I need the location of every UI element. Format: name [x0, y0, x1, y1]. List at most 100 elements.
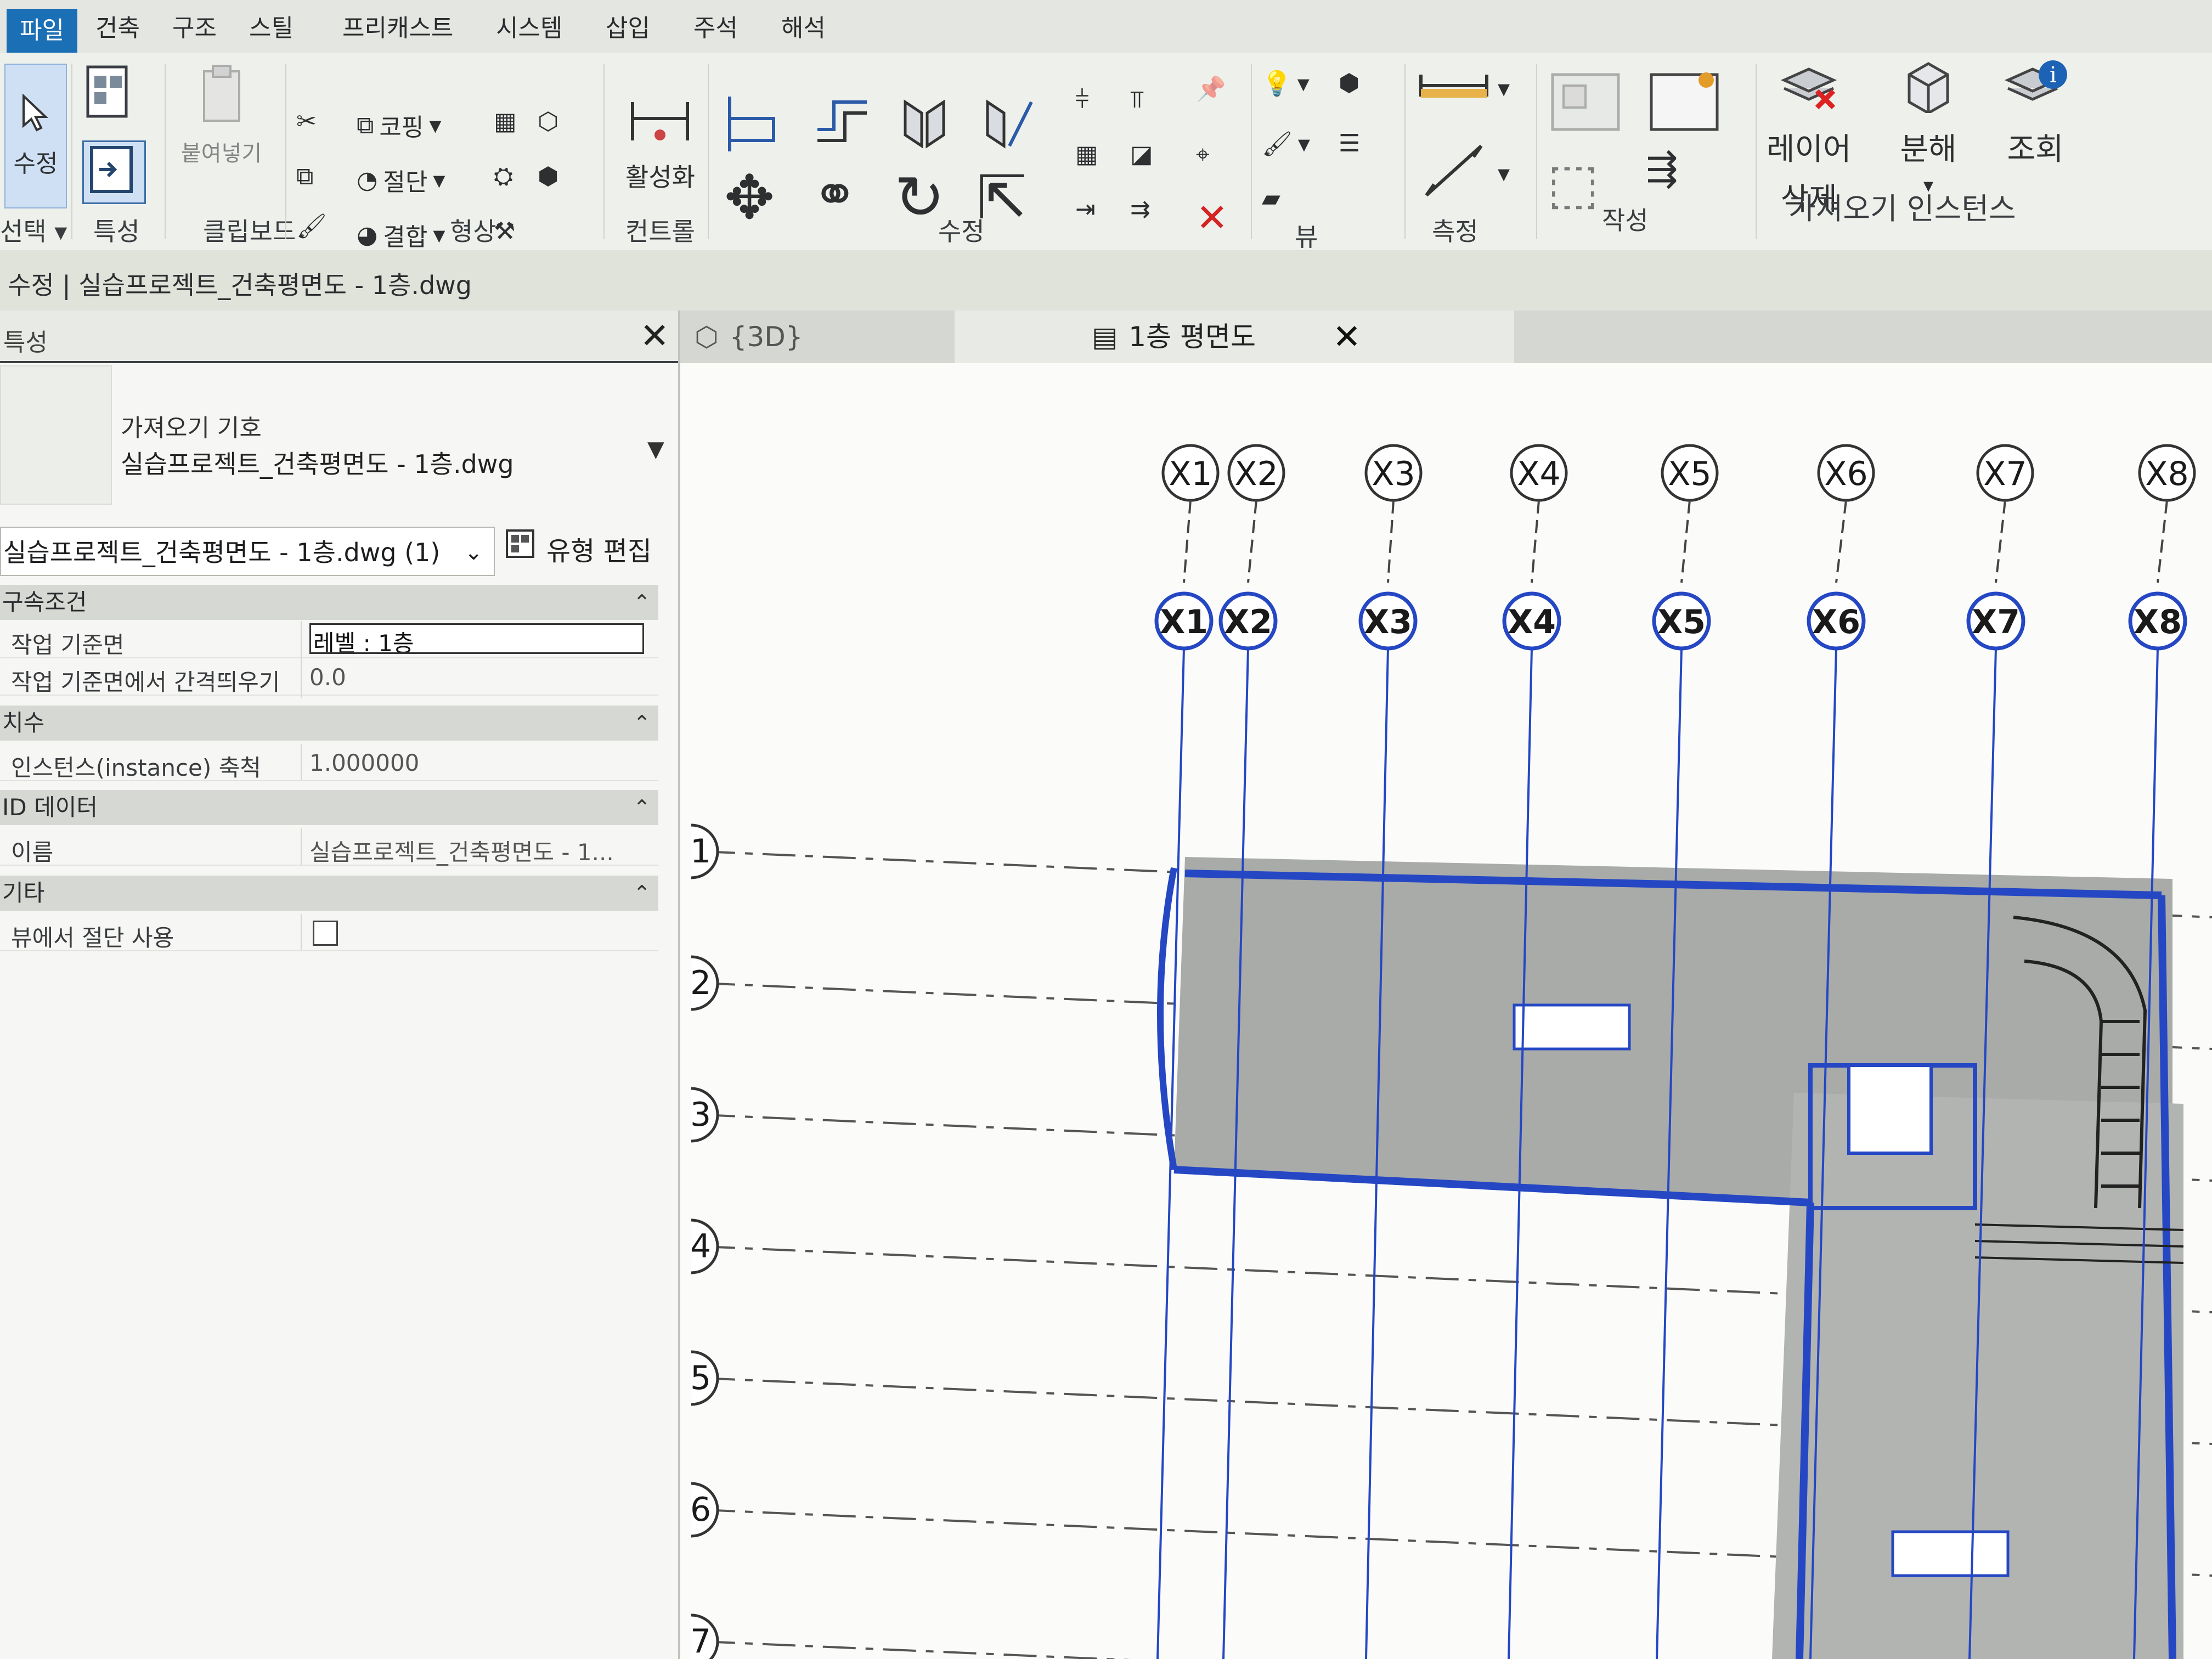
cope-button[interactable]: ⧉ 코핑 ▾: [357, 108, 441, 143]
tab-floor-plan[interactable]: ▤ 1층 평면도 ✕: [955, 311, 1514, 363]
scale-button[interactable]: ◪: [1130, 140, 1153, 168]
geometry-tool-e[interactable]: ⬢: [538, 162, 558, 190]
query-button[interactable]: i 조회: [2002, 58, 2068, 169]
panel-controls-label: 컨트롤: [625, 217, 695, 246]
ribbon-separator: [165, 64, 166, 239]
array-button[interactable]: ▦: [1075, 140, 1098, 168]
close-tab-icon[interactable]: ✕: [1333, 311, 1361, 363]
modify-button[interactable]: 수정: [4, 64, 67, 208]
instance-filter-dropdown[interactable]: 실습프로젝트_건축평면도 - 1층.dwg (1) ⌄: [0, 527, 495, 576]
type-properties-button[interactable]: [82, 64, 137, 130]
info-query-icon: i: [2002, 58, 2068, 119]
geometry-tool-a[interactable]: ▦: [494, 108, 517, 136]
copy-button[interactable]: ⚭: [812, 162, 858, 227]
eraser-icon: ▰: [1262, 184, 1280, 212]
name-field[interactable]: 실습프로젝트_건축평면도 - 1...: [309, 834, 650, 867]
copy-clipboard-button[interactable]: ⧉: [296, 162, 313, 190]
hide-in-view-button[interactable]: 💡 ▾: [1262, 69, 1310, 98]
tab-precast[interactable]: 프리캐스트: [329, 7, 466, 50]
close-icon[interactable]: ✕: [640, 316, 669, 357]
tab-analyze[interactable]: 해석: [768, 7, 839, 50]
override-graphics-button[interactable]: ⬢: [1339, 69, 1359, 97]
split-gap-button[interactable]: ⫪: [1130, 86, 1144, 114]
offset-button[interactable]: [812, 91, 872, 163]
tab-steel[interactable]: 스틸: [236, 7, 307, 50]
move-button[interactable]: ✥: [724, 162, 775, 233]
unpin-button[interactable]: ⌖: [1196, 140, 1210, 168]
tab-structure[interactable]: 구조: [159, 7, 230, 50]
chevron-up-icon: ⌃: [633, 795, 651, 820]
geometry-tool-d[interactable]: ⬡: [538, 108, 558, 136]
explode-button[interactable]: 분해 ▾: [1898, 58, 1959, 197]
tab-3d-view[interactable]: ⬡ {3D}: [695, 311, 925, 363]
edit-type-button[interactable]: 유형 편집: [504, 527, 674, 576]
panel-measure-label: 측정: [1432, 217, 1479, 246]
column-divider: [301, 828, 302, 865]
grid-leader: [1531, 500, 1540, 583]
tab-insert[interactable]: 삽입: [592, 7, 663, 50]
delete-layers-label-1: 레이어: [1767, 132, 1852, 167]
mirror-pick-axis-button[interactable]: [894, 91, 955, 163]
unpin-icon: ⌖: [1196, 140, 1210, 168]
split-gap-icon: ⫪: [1130, 86, 1144, 114]
grid-leader: [1835, 500, 1847, 583]
tab-architecture[interactable]: 건축: [82, 7, 153, 50]
create-assembly-button[interactable]: ⇶: [1646, 146, 1678, 191]
geometry-tool-b[interactable]: ⛭: [494, 162, 513, 190]
create-parts-button[interactable]: ⬚: [1547, 151, 1599, 216]
measure-between-refs-button[interactable]: ▾: [1415, 69, 1510, 108]
offset-from-plane-field[interactable]: 0.0: [309, 664, 650, 691]
eraser-button[interactable]: ▰: [1262, 184, 1280, 212]
properties-icon: [84, 142, 139, 203]
cut-clipboard-button[interactable]: ✂: [296, 108, 317, 136]
cut-geometry-button[interactable]: ◔ 절단 ▾: [357, 162, 445, 198]
linework-button[interactable]: 🖌 ▾: [1262, 129, 1310, 159]
view-tool-button[interactable]: ☰: [1339, 129, 1360, 157]
edit-type-label: 유형 편집: [546, 536, 652, 567]
tab-floor-plan-label: 1층 평면도: [1128, 321, 1256, 353]
split-element-button[interactable]: ⫩: [1075, 86, 1089, 114]
tab-file[interactable]: 파일: [7, 9, 77, 53]
building-outline[interactable]: [1157, 857, 2184, 1659]
align-button[interactable]: [724, 91, 785, 163]
group-identity-data[interactable]: ID 데이터 ⌃: [0, 790, 658, 825]
properties-palette-button[interactable]: [82, 140, 146, 204]
floor-plan-drawing[interactable]: X1 X1 X2 X2 X3 X3 X4 X4 X5 X5 X6 X6 X7 X7 X8 X8 1 2 3 4 5 6 7: [680, 363, 2212, 1659]
delete-button[interactable]: ✕: [1196, 195, 1228, 240]
column-divider: [301, 621, 302, 698]
mirror-draw-axis-button[interactable]: [977, 91, 1037, 163]
aligned-dimension-button[interactable]: ▾: [1415, 140, 1510, 207]
ribbon-separator: [603, 64, 605, 239]
instance-scale-field[interactable]: 1.000000: [309, 749, 650, 776]
group-dimensions[interactable]: 치수 ⌃: [0, 706, 658, 741]
paintbrush-icon: 🖌: [296, 212, 327, 240]
trim-single-button[interactable]: ⇥: [1075, 195, 1096, 223]
cut-in-view-checkbox[interactable]: [313, 921, 338, 946]
pin-button[interactable]: 📌: [1196, 75, 1226, 103]
tab-systems[interactable]: 시스템: [483, 7, 575, 50]
match-properties-button[interactable]: 🖌: [296, 212, 327, 240]
rotate-button[interactable]: ↻: [894, 162, 945, 233]
activate-button[interactable]: 활성화: [625, 97, 695, 194]
offset-icon: [812, 91, 872, 163]
geometry-tool-c[interactable]: ⚒: [494, 217, 515, 245]
tab-annotate[interactable]: 주석: [680, 7, 751, 50]
group-other[interactable]: 기타 ⌃: [0, 876, 658, 911]
create-group-button[interactable]: [1547, 69, 1624, 141]
work-plane-field[interactable]: 레벨 : 1층: [309, 623, 644, 654]
create-similar-button[interactable]: [1646, 69, 1723, 141]
group-constraints[interactable]: 구속조건 ⌃: [0, 585, 658, 620]
type-name[interactable]: 실습프로젝트_건축평면도 - 1층.dwg: [121, 444, 514, 481]
grid-bubble-row-label: 4: [690, 1227, 711, 1266]
scale-icon: ◪: [1130, 140, 1153, 168]
drawing-canvas[interactable]: X1 X1 X2 X2 X3 X3 X4 X4 X5 X5 X6 X6 X7 X7 X8 X8 1 2 3 4 5 6 7: [680, 363, 2212, 1659]
split-icon: ⫩: [1075, 86, 1090, 114]
trim-multiple-button[interactable]: ⇉: [1130, 195, 1150, 223]
chevron-down-icon[interactable]: ▼: [647, 437, 664, 462]
parts-icon: ⬚: [1547, 151, 1599, 216]
room-tag: [1891, 1530, 2010, 1577]
paste-button[interactable]: 붙여넣기: [181, 64, 262, 167]
move-icon: ✥: [724, 162, 775, 233]
join-button[interactable]: ◕ 결합 ▾: [357, 217, 445, 252]
panel-select-label[interactable]: 선택 ▾: [0, 212, 67, 248]
